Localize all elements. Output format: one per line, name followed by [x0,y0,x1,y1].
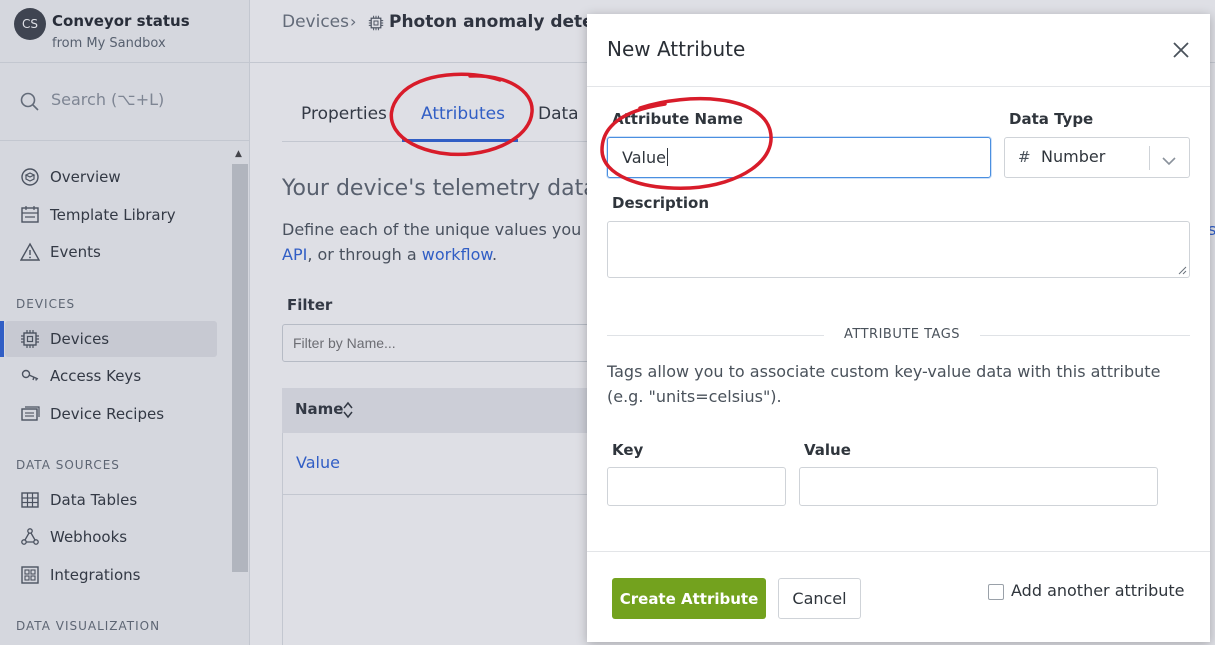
description-label: Description [612,194,710,212]
attribute-name-text: Value [622,148,666,167]
key-label: Key [612,441,644,459]
overview-icon [18,167,42,187]
sidebar-item-label: Webhooks [50,528,128,546]
column-header-name[interactable]: Name [295,400,343,418]
tab-data[interactable]: Data [538,104,579,124]
sidebar-item-label: Integrations [50,566,141,584]
recipe-icon [18,404,42,424]
integrations-icon [18,565,42,585]
sidebar-item-webhooks[interactable]: Webhooks [5,519,217,555]
scroll-up-icon[interactable]: ▲ [235,149,242,159]
warning-icon [18,242,42,262]
tag-value-input[interactable] [799,467,1158,506]
section-label-data-visualization: DATA VISUALIZATION [16,619,161,633]
section-title: Your device's telemetry data [282,176,597,201]
api-link[interactable]: API [282,245,307,264]
sidebar-item-label: Access Keys [50,367,142,385]
sidebar-item-events[interactable]: Events [5,234,217,270]
search-input[interactable]: Search (⌥+L) [51,90,164,109]
scrollbar-thumb[interactable] [232,164,248,572]
description-period: . [491,245,498,264]
sort-icon[interactable] [342,401,354,419]
sidebar: CS Conveyor status from My Sandbox Searc… [0,0,250,645]
filter-label: Filter [287,296,333,314]
add-another-label[interactable]: Add another attribute [1011,581,1185,600]
app-header[interactable]: CS Conveyor status from My Sandbox [0,0,249,63]
sidebar-item-overview[interactable]: Overview [5,159,217,195]
sidebar-item-label: Overview [50,168,121,186]
section-description-line2: API, or through a workflow. [282,245,497,264]
attribute-name-link[interactable]: Value [296,453,340,472]
modal-title: New Attribute [607,37,746,61]
section-label-data-sources: DATA SOURCES [16,458,120,472]
filter-input[interactable] [282,324,602,362]
section-description: Define each of the unique values you w [282,220,600,239]
tag-value-label: Value [804,441,851,459]
attribute-name-value: Value [622,148,668,167]
close-icon[interactable] [1171,40,1191,60]
key-icon [18,366,42,386]
sidebar-item-template-library[interactable]: Template Library [5,197,217,233]
sidebar-item-label: Devices [50,330,110,348]
breadcrumb-devices-link[interactable]: Devices [282,12,349,32]
cancel-button[interactable]: Cancel [778,578,861,619]
attribute-name-label: Attribute Name [612,110,743,128]
tab-attributes[interactable]: Attributes [421,104,505,124]
create-attribute-button[interactable]: Create Attribute [612,578,766,619]
sidebar-scrollbar[interactable]: ▲ [231,147,249,645]
sidebar-item-devices[interactable]: Devices [0,321,217,357]
table-body [282,495,602,645]
sidebar-item-label: Data Tables [50,491,138,509]
sidebar-item-label: Template Library [50,206,176,224]
tag-key-input[interactable] [607,467,786,506]
workflow-link[interactable]: workflow [422,245,492,264]
table-icon [18,490,42,510]
add-another-checkbox[interactable] [988,584,1004,600]
app-title: Conveyor status [52,12,190,30]
data-type-value: Number [1041,147,1106,166]
breadcrumb-separator: › [350,12,357,31]
chip-icon [18,329,42,349]
attribute-name-input[interactable]: Value [607,137,991,178]
sidebar-item-access-keys[interactable]: Access Keys [5,358,217,394]
sidebar-item-data-tables[interactable]: Data Tables [5,482,217,518]
chip-icon [368,15,384,35]
text-cursor [666,148,668,166]
tags-description: Tags allow you to associate custom key-v… [607,362,1161,406]
webhook-icon [18,527,42,547]
number-type-icon: # [1018,148,1031,166]
description-text: , or through a [307,245,422,264]
tab-properties[interactable]: Properties [301,104,387,124]
data-type-label: Data Type [1009,110,1094,128]
resize-handle-icon[interactable] [1178,266,1187,275]
chevron-down-icon[interactable] [1161,151,1177,170]
attribute-tags-heading: ATTRIBUTE TAGS [824,327,981,342]
select-divider [1149,146,1150,170]
data-type-select[interactable]: # Number [1004,137,1190,178]
template-icon [18,205,42,225]
sidebar-item-label: Device Recipes [50,405,165,423]
app-subtitle: from My Sandbox [52,36,166,51]
table-row[interactable]: Value [282,433,602,495]
section-label-devices: DEVICES [16,297,76,311]
sidebar-item-integrations[interactable]: Integrations [5,557,217,593]
search-icon [20,92,40,116]
tab-bar: Properties Attributes Data [282,86,602,142]
modal-header: New Attribute [587,14,1210,87]
sidebar-item-device-recipes[interactable]: Device Recipes [5,396,217,432]
description-textarea[interactable] [607,221,1190,278]
avatar: CS [14,8,46,40]
modal-footer: Create Attribute Cancel Add another attr… [587,551,1210,642]
table-header: Name [282,388,602,433]
active-tab-indicator [402,139,518,142]
sidebar-item-label: Events [50,243,101,261]
new-attribute-modal: New Attribute Attribute Name Value Data … [587,14,1210,642]
